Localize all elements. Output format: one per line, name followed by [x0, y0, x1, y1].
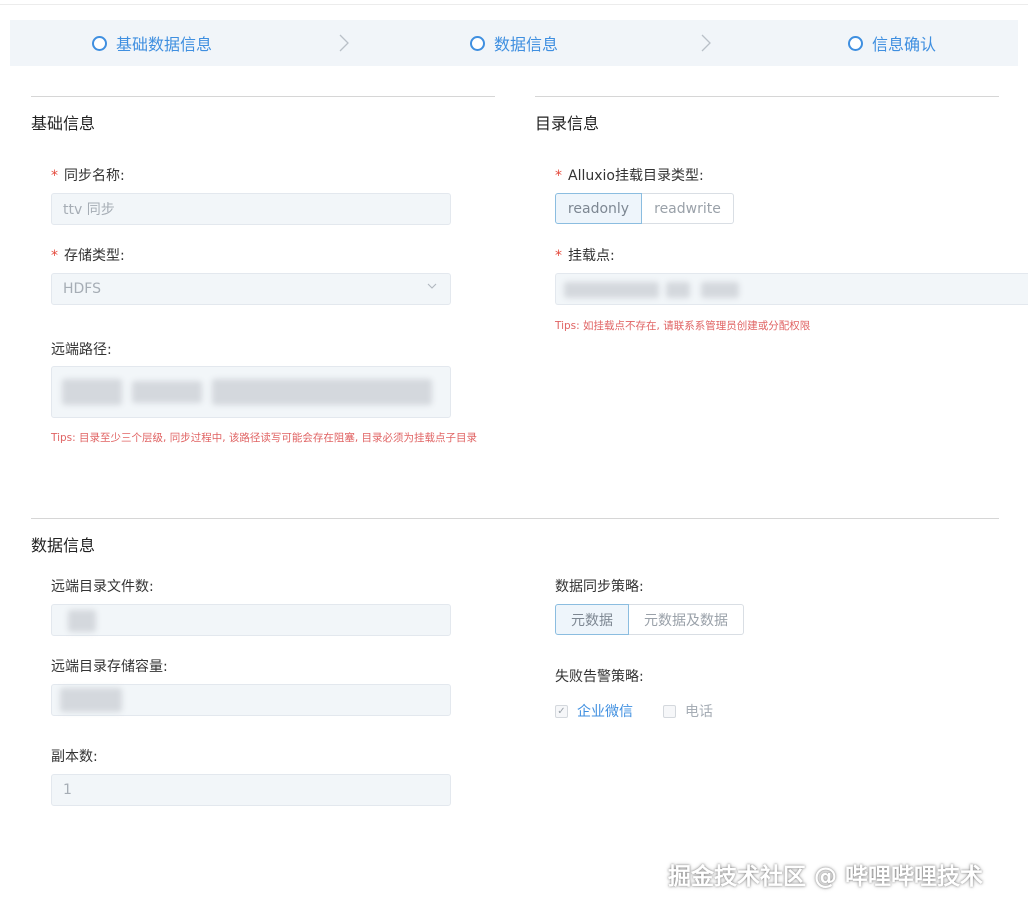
checkbox-label: 电话 [685, 704, 713, 720]
label-text: 挂载点: [568, 248, 615, 264]
step-circle-icon [848, 35, 863, 51]
section-title-directory: 目录信息 [535, 114, 600, 133]
replicas-label: 副本数: [51, 749, 98, 765]
step-circle-icon [470, 35, 485, 51]
mount-type-readwrite-button[interactable]: readwrite [642, 193, 734, 224]
mount-type-label: * Alluxio挂载目录类型: [555, 165, 704, 185]
chevron-down-icon [427, 283, 437, 289]
section-divider [31, 96, 495, 97]
step-label: 信息确认 [872, 35, 937, 54]
checkbox-empty-icon [663, 704, 676, 718]
check-icon: ✓ [555, 704, 568, 718]
mount-point-tips: Tips: 如挂载点不存在, 请联系系管理员创建或分配权限 [555, 320, 811, 332]
top-divider [0, 4, 1028, 5]
label-text: Alluxio挂载目录类型: [568, 168, 704, 184]
step-circle-icon [92, 35, 107, 51]
select-value: HDFS [63, 281, 102, 297]
step-label: 基础数据信息 [116, 35, 213, 54]
step-label: 数据信息 [494, 35, 559, 54]
file-count-input[interactable] [51, 604, 451, 636]
label-text: 同步名称: [64, 168, 125, 184]
storage-type-select[interactable]: HDFS [51, 273, 451, 305]
required-mark: * [555, 168, 562, 184]
capacity-input[interactable] [51, 684, 451, 716]
redacted-blur [132, 381, 202, 403]
sync-strategy-radio-group: 元数据 元数据及数据 [555, 604, 744, 635]
redacted-blur [564, 282, 659, 298]
input-value: 1 [63, 782, 72, 798]
remote-path-textarea[interactable] [51, 366, 451, 418]
section-title-data: 数据信息 [31, 536, 96, 555]
section-divider [535, 96, 999, 97]
required-mark: * [51, 248, 58, 264]
mount-point-input[interactable] [555, 273, 1028, 305]
chevron-right-icon [339, 34, 349, 52]
capacity-label: 远端目录存储容量: [51, 659, 168, 675]
chevron-right-icon [701, 34, 711, 52]
alert-phone-checkbox[interactable]: 电话 [663, 701, 713, 721]
redacted-blur [701, 282, 739, 298]
redacted-blur [60, 688, 122, 712]
steps-bar: 基础数据信息 数据信息 信息确认 [10, 20, 1018, 66]
alert-strategy-label: 失败告警策略: [555, 669, 644, 685]
required-mark: * [51, 168, 58, 184]
step-basic-data[interactable]: 基础数据信息 [92, 20, 212, 66]
input-value: ttv 同步 [63, 202, 115, 218]
label-text: 存储类型: [64, 248, 125, 264]
strategy-metadata-and-data-button[interactable]: 元数据及数据 [629, 604, 744, 635]
sync-name-label: * 同步名称: [51, 165, 125, 185]
redacted-blur [62, 379, 122, 405]
required-mark: * [555, 248, 562, 264]
strategy-metadata-button[interactable]: 元数据 [555, 604, 629, 635]
redacted-blur [666, 282, 690, 298]
replicas-input[interactable]: 1 [51, 774, 451, 806]
remote-path-tips: Tips: 目录至少三个层级, 同步过程中, 该路径读写可能会存在阻塞, 目录必… [51, 432, 478, 444]
sync-name-input[interactable]: ttv 同步 [51, 193, 451, 225]
checkbox-label: 企业微信 [577, 704, 633, 720]
section-divider [31, 518, 999, 519]
step-data[interactable]: 数据信息 [470, 20, 558, 66]
alert-wechat-checkbox[interactable]: ✓ 企业微信 [555, 701, 633, 721]
redacted-blur [68, 610, 96, 632]
storage-type-label: * 存储类型: [51, 245, 125, 265]
step-confirm[interactable]: 信息确认 [848, 20, 936, 66]
redacted-blur [212, 379, 432, 405]
section-title-basic: 基础信息 [31, 114, 96, 133]
watermark: 掘金技术社区 @ 哔哩哔哩技术 [668, 864, 984, 890]
sync-strategy-label: 数据同步策略: [555, 579, 644, 595]
remote-path-label: 远端路径: [51, 342, 112, 358]
mount-type-readonly-button[interactable]: readonly [555, 193, 642, 224]
mount-point-label: * 挂载点: [555, 245, 615, 265]
file-count-label: 远端目录文件数: [51, 579, 154, 595]
mount-type-radio-group: readonly readwrite [555, 193, 734, 224]
